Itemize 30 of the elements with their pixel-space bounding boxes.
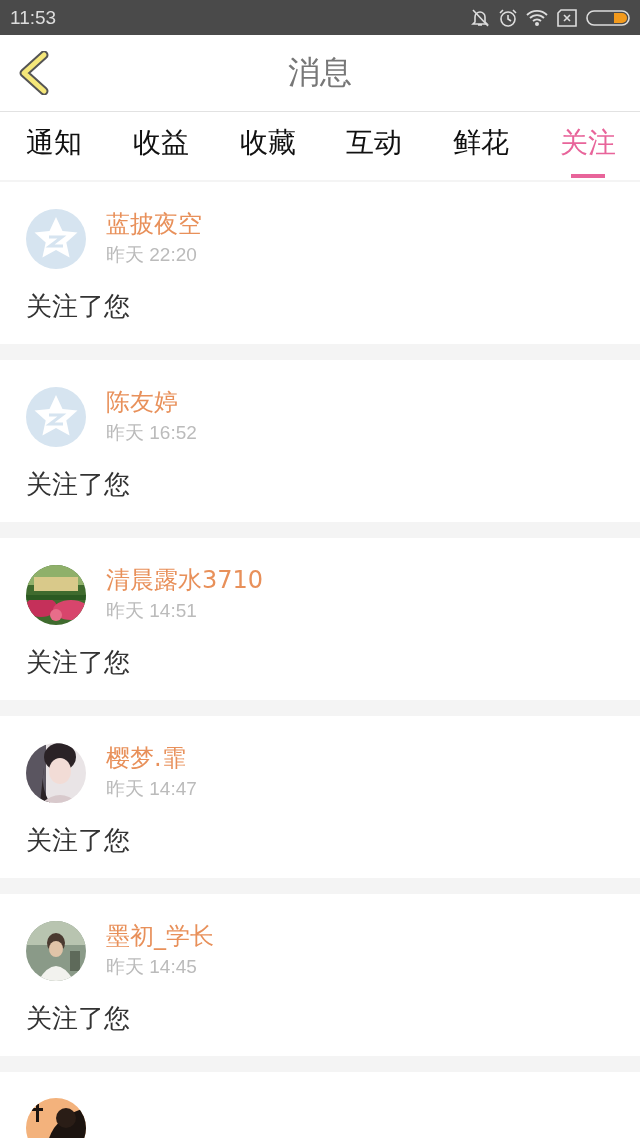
message-text: 关注了您 [26, 824, 131, 857]
message-time: 昨天 22:20 [106, 243, 198, 267]
message-text: 关注了您 [26, 646, 131, 679]
message-time: 昨天 14:51 [106, 599, 198, 623]
message-text: 关注了您 [26, 468, 131, 501]
page-title: 消息 [288, 52, 352, 93]
tab[interactable]: 收藏 [239, 112, 296, 180]
message-time: 昨天 14:47 [106, 777, 197, 801]
status-time: 11:53 [10, 6, 57, 29]
battery-icon [586, 7, 630, 28]
tab[interactable]: 通知 [26, 112, 82, 180]
message-text: 关注了您 [26, 290, 131, 323]
avatar-icon [26, 387, 86, 447]
tab[interactable]: 互动 [346, 112, 403, 180]
alarm-icon [498, 7, 518, 28]
message-time: 昨天 16:52 [106, 421, 197, 445]
user-name[interactable]: 清晨露水3710 [106, 564, 264, 596]
bell-off-icon [470, 7, 490, 28]
back-button[interactable] [18, 51, 50, 95]
wifi-icon [526, 7, 548, 28]
user-name[interactable]: 蓝披夜空 [106, 208, 202, 240]
message-text: 关注了您 [26, 1002, 131, 1035]
user-name[interactable]: 樱梦.霏 [106, 742, 197, 774]
message-time: 昨天 14:45 [106, 955, 198, 979]
user-name[interactable]: 陈友婷 [106, 386, 197, 418]
tab[interactable]: 鲜花 [453, 112, 510, 180]
tab[interactable]: 收益 [132, 112, 189, 180]
user-name[interactable]: 墨初_学长 [106, 920, 214, 952]
sim-icon [556, 7, 578, 28]
avatar-icon [26, 209, 86, 269]
